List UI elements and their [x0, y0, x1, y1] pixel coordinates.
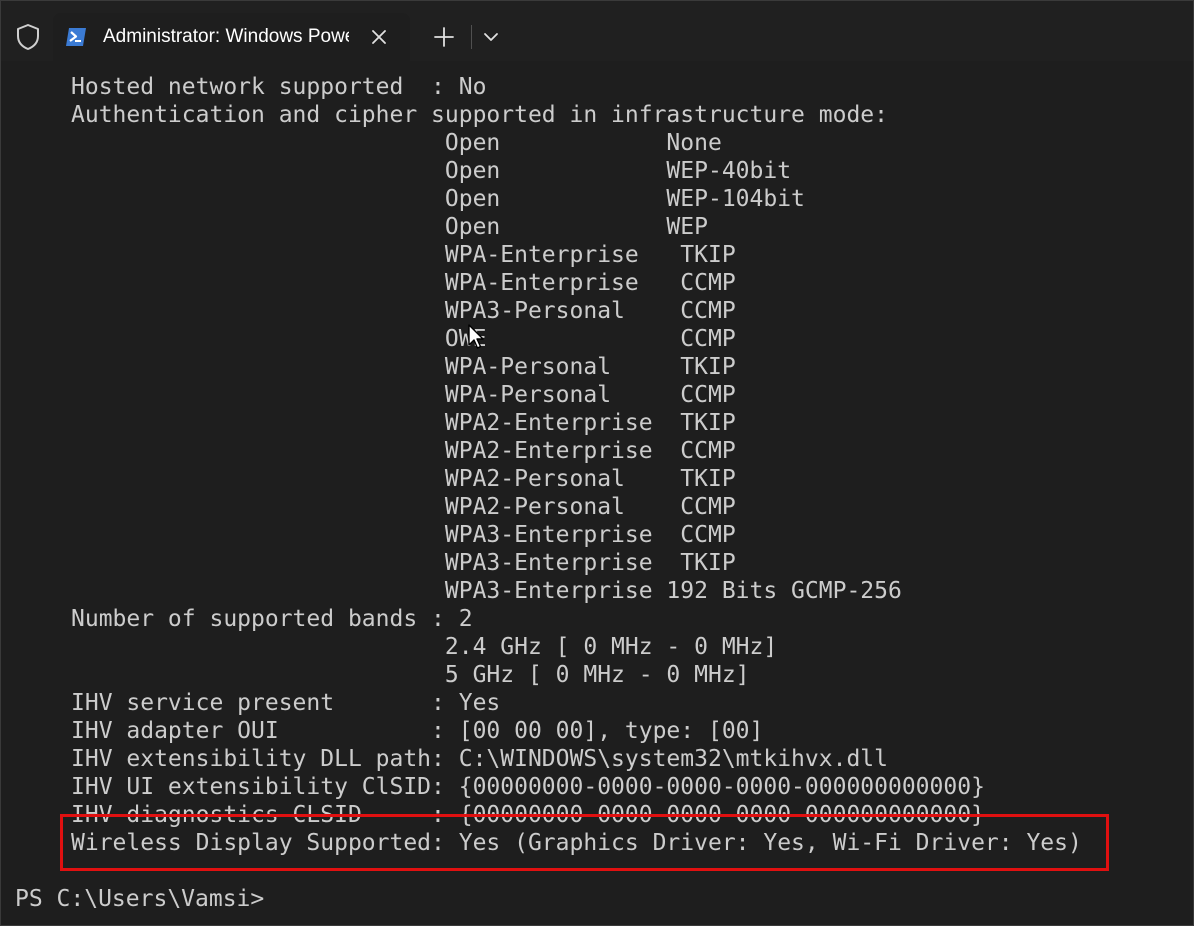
- command-prompt[interactable]: PS C:\Users\Vamsi>: [15, 885, 264, 913]
- output-line: WPA2-Enterprise CCMP: [71, 438, 736, 464]
- tab-powershell[interactable]: Administrator: Windows Powe: [53, 13, 410, 61]
- terminal-window: Administrator: Windows Powe Hosted netwo…: [0, 0, 1194, 926]
- output-line: OWE CCMP: [71, 326, 736, 352]
- shield-icon: [15, 23, 41, 51]
- output-line: Open WEP: [71, 214, 708, 240]
- output-line: WPA-Enterprise CCMP: [71, 270, 736, 296]
- powershell-icon: [65, 27, 87, 47]
- output-line: Open WEP-40bit: [71, 158, 792, 184]
- plus-icon[interactable]: [431, 24, 457, 50]
- chevron-down-icon[interactable]: [479, 25, 503, 49]
- output-line: Open None: [71, 130, 722, 156]
- output-line: WPA2-Personal CCMP: [71, 494, 736, 520]
- output-line: WPA3-Personal CCMP: [71, 298, 736, 324]
- output-line: IHV UI extensibility ClSID: {00000000-00…: [71, 774, 985, 800]
- output-line: WPA-Personal TKIP: [71, 354, 736, 380]
- output-line: WPA-Personal CCMP: [71, 382, 736, 408]
- output-line: WPA3-Enterprise CCMP: [71, 522, 736, 548]
- output-line: WPA2-Personal TKIP: [71, 466, 736, 492]
- title-bar: Administrator: Windows Powe: [1, 1, 1193, 61]
- close-icon[interactable]: [367, 25, 391, 49]
- output-line: Number of supported bands : 2: [71, 606, 473, 632]
- output-line: IHV adapter OUI : [00 00 00], type: [00]: [71, 718, 764, 744]
- terminal-output[interactable]: Hosted network supported : No Authentica…: [1, 61, 1193, 925]
- output-line: Open WEP-104bit: [71, 186, 805, 212]
- output-line: WPA3-Enterprise 192 Bits GCMP-256: [71, 578, 902, 604]
- output-line: WPA2-Enterprise TKIP: [71, 410, 736, 436]
- mouse-cursor-icon: [467, 323, 485, 351]
- tab-divider: [471, 25, 472, 49]
- output-line: Authentication and cipher supported in i…: [71, 102, 888, 128]
- output-line: 5 GHz [ 0 MHz - 0 MHz]: [71, 662, 750, 688]
- output-line: Hosted network supported : No: [71, 74, 487, 100]
- output-line: WPA-Enterprise TKIP: [71, 242, 736, 268]
- highlight-annotation: [60, 814, 1109, 871]
- output-line: IHV service present : Yes: [71, 690, 501, 716]
- output-line: 2.4 GHz [ 0 MHz - 0 MHz]: [71, 634, 778, 660]
- output-line: WPA3-Enterprise TKIP: [71, 550, 736, 576]
- output-line: IHV extensibility DLL path: C:\WINDOWS\s…: [71, 746, 888, 772]
- tab-title: Administrator: Windows Powe: [103, 26, 349, 47]
